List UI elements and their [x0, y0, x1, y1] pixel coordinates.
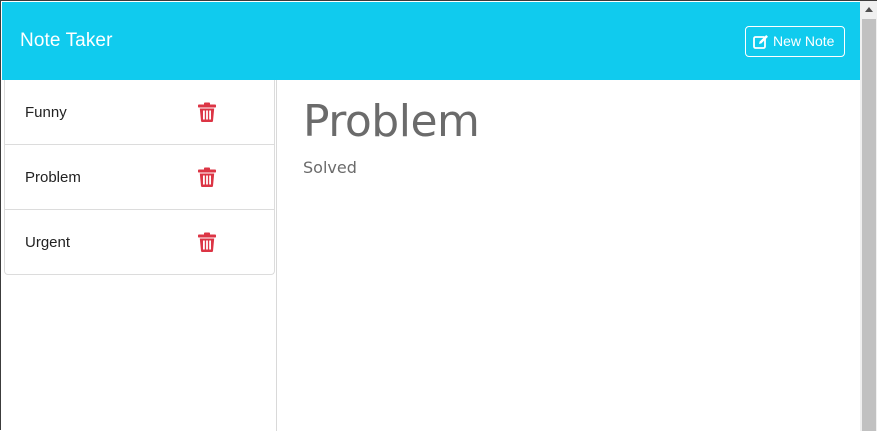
note-list-item-title: Funny — [25, 103, 67, 121]
vertical-scrollbar[interactable] — [860, 1, 877, 431]
note-title[interactable]: Problem — [303, 94, 834, 150]
pen-to-square-icon — [753, 34, 769, 49]
trash-icon[interactable] — [198, 232, 216, 252]
notes-sidebar: Funny Problem Urgent — [2, 80, 277, 431]
new-note-label: New Note — [773, 33, 835, 49]
note-text[interactable]: Solved — [303, 158, 834, 177]
note-list-item[interactable]: Funny — [4, 80, 275, 145]
note-list-item[interactable]: Urgent — [4, 210, 275, 275]
chevron-up-icon[interactable] — [860, 1, 877, 18]
trash-icon[interactable] — [198, 167, 216, 187]
note-list-item-title: Problem — [25, 168, 81, 186]
scrollbar-thumb[interactable] — [862, 19, 876, 431]
note-list: Funny Problem Urgent — [2, 80, 276, 275]
note-view: Problem Solved — [277, 80, 860, 431]
trash-icon[interactable] — [198, 102, 216, 122]
navbar: Note Taker New Note — [2, 2, 860, 80]
note-list-item-title: Urgent — [25, 233, 71, 251]
app-title[interactable]: Note Taker — [20, 30, 113, 52]
note-list-item[interactable]: Problem — [4, 145, 275, 210]
new-note-button[interactable]: New Note — [745, 25, 845, 57]
app-window: Note Taker New Note Funny Problem Urgent P… — [0, 0, 877, 431]
